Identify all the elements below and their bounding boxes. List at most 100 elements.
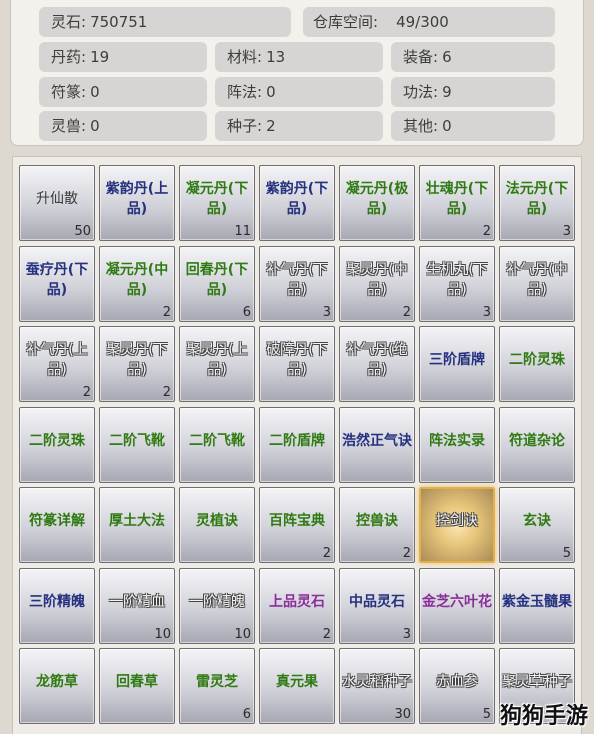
inventory-slot[interactable]: 紫韵丹(下品) [259,165,335,241]
inventory-slot[interactable]: 玄诀 5 [499,487,575,563]
inventory-slot[interactable]: 破障丹(下品) [259,326,335,402]
item-name: 符篆详解 [29,513,85,529]
inventory-slot[interactable]: 凝元丹(下品) 11 [179,165,255,241]
stat-pills: 丹药: 19 [39,42,207,72]
item-count: 2 [322,627,331,642]
inventory-slot[interactable]: 真元果 [259,648,335,724]
item-name: 破障丹(下品) [266,342,328,378]
inventory-slot[interactable]: 聚灵丹(上品) [179,326,255,402]
stat-label: 其他 [403,117,434,135]
stat-label: 阵法 [227,83,258,101]
item-name: 紫韵丹(上品) [105,181,169,217]
inventory-slot[interactable]: 金芝六叶花 [419,568,495,644]
inventory-slot[interactable]: 回春丹(下品) 6 [179,246,255,322]
inventory-slot[interactable]: 上品灵石 2 [259,568,335,644]
inventory-slot[interactable]: 厚土大法 [99,487,175,563]
inventory-slot[interactable]: 三阶盾牌 [419,326,495,402]
inventory-stats-panel: 灵石: 750751 仓库空间: 49/300 丹药: 19 材料: 13 装备: 6 符… [10,0,584,146]
inventory-slot[interactable]: 中品灵石 3 [339,568,415,644]
item-name: 二阶盾牌 [269,433,325,449]
stat-value: 49/300 [396,13,449,31]
inventory-slot[interactable]: 符道杂论 [499,407,575,483]
item-count: 3 [482,305,491,320]
item-name: 百阵宝典 [269,513,325,529]
inventory-slot[interactable]: 法元丹(下品) 3 [499,165,575,241]
inventory-slot[interactable]: 升仙散 50 [19,165,95,241]
stat-value: 750751 [90,13,148,31]
inventory-slot[interactable]: 二阶灵珠 [499,326,575,402]
stat-value: 9 [442,83,452,101]
inventory-slot[interactable]: 雷灵芝 6 [179,648,255,724]
inventory-slot[interactable]: 灵植诀 [179,487,255,563]
stat-warehouse-space: 仓库空间: 49/300 [303,7,555,37]
stat-materials: 材料: 13 [215,42,383,72]
inventory-slot[interactable]: 符篆详解 [19,487,95,563]
stat-techniques: 功法: 9 [391,77,555,107]
inventory-slot[interactable]: 二阶飞靴 [179,407,255,483]
stat-equipment: 装备: 6 [391,42,555,72]
item-count: 50 [74,224,91,239]
stat-label: 功法 [403,83,434,101]
inventory-slot[interactable]: 凝元丹(中品) 2 [99,246,175,322]
item-count: 2 [402,546,411,561]
item-count: 3 [562,224,571,239]
stat-label: 材料 [227,48,258,66]
inventory-slot[interactable]: 百阵宝典 2 [259,487,335,563]
item-name: 二阶飞靴 [109,433,165,449]
stat-formations: 阵法: 0 [215,77,383,107]
item-count: 2 [402,305,411,320]
item-count: 6 [242,707,251,722]
inventory-slot[interactable]: 三阶精魄 [19,568,95,644]
inventory-slot[interactable]: 龙筋草 [19,648,95,724]
inventory-slot[interactable]: 蚕疗丹(下品) [19,246,95,322]
item-name: 二阶灵珠 [509,352,565,368]
item-name: 聚灵丹(中品) [346,262,408,298]
inventory-slot[interactable]: 补气丹(上品) 2 [19,326,95,402]
item-name: 二阶飞靴 [189,433,245,449]
item-name: 一阶精血 [109,594,165,610]
inventory-slot[interactable]: 聚灵丹(中品) 2 [339,246,415,322]
item-count: 10 [154,627,171,642]
item-name: 金芝六叶花 [422,594,492,610]
item-name: 厚土大法 [109,513,165,529]
inventory-slot[interactable]: 凝元丹(极品) [339,165,415,241]
inventory-slot[interactable]: 回春草 [99,648,175,724]
inventory-slot[interactable]: 二阶盾牌 [259,407,335,483]
item-name: 真元果 [276,674,318,690]
inventory-slot[interactable]: 二阶飞靴 [99,407,175,483]
inventory-slot[interactable]: 补气丹(绝品) [339,326,415,402]
inventory-slot[interactable]: 水灵稻种子 30 [339,648,415,724]
inventory-slot[interactable]: 赤血参 5 [419,648,495,724]
inventory-slot[interactable]: 一阶精血 10 [99,568,175,644]
item-name: 控剑诀 [436,513,478,529]
item-name: 生机丸(下品) [426,262,488,298]
item-name: 紫金玉髓果 [502,594,572,610]
inventory-slot[interactable]: 生机丸(下品) 3 [419,246,495,322]
item-count: 2 [82,385,91,400]
inventory-slot[interactable]: 聚灵丹(下品) 2 [99,326,175,402]
stat-value: 0 [266,83,276,101]
stat-label: 装备 [403,48,434,66]
stat-label: 灵兽 [51,117,82,135]
item-name: 聚灵丹(下品) [106,342,168,378]
inventory-slot[interactable]: 壮魂丹(下品) 2 [419,165,495,241]
inventory-slot[interactable]: 控剑诀 [419,487,495,563]
inventory-slot[interactable]: 控兽诀 2 [339,487,415,563]
item-name: 凝元丹(下品) [185,181,249,217]
item-count: 2 [162,305,171,320]
inventory-slot[interactable]: 一阶精魄 10 [179,568,255,644]
item-name: 上品灵石 [269,594,325,610]
inventory-slot[interactable]: 补气丹(下品) 3 [259,246,335,322]
stat-value: 2 [266,117,276,135]
item-name: 壮魂丹(下品) [425,181,489,217]
item-name: 凝元丹(中品) [105,262,169,298]
inventory-slot[interactable]: 补气丹(中品) [499,246,575,322]
inventory-slot[interactable]: 紫金玉髓果 [499,568,575,644]
inventory-slot[interactable]: 紫韵丹(上品) [99,165,175,241]
inventory-slot[interactable]: 阵法实录 [419,407,495,483]
inventory-slot[interactable]: 二阶灵珠 [19,407,95,483]
stat-value: 6 [442,48,452,66]
inventory-slot[interactable]: 浩然正气诀 [339,407,415,483]
item-count: 2 [162,385,171,400]
stat-label: 仓库空间 [313,13,374,31]
